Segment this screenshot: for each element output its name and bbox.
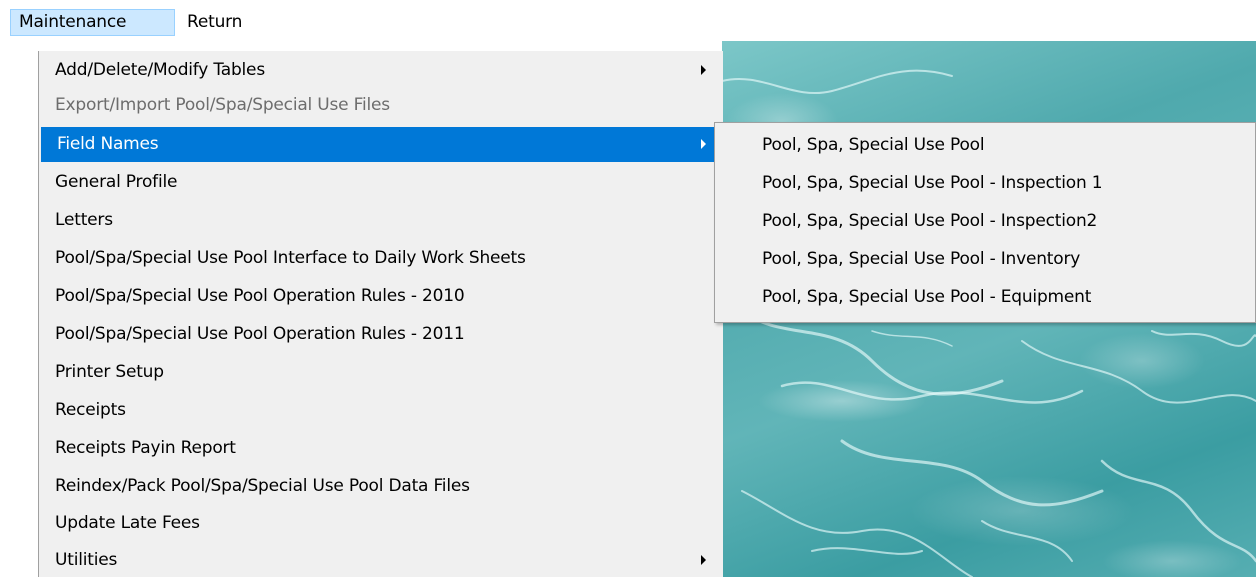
maintenance-dropdown: Add/Delete/Modify Tables Export/Import P… [38, 51, 723, 577]
menu-item-label: Pool/Spa/Special Use Pool Interface to D… [55, 248, 526, 268]
submenu-arrow-icon [701, 555, 706, 565]
menu-item-export-import: Export/Import Pool/Spa/Special Use Files [39, 88, 723, 123]
menu-item-interface-daily-work-sheets[interactable]: Pool/Spa/Special Use Pool Interface to D… [39, 241, 723, 276]
menu-item-label: Receipts Payin Report [55, 438, 236, 458]
menu-item-operation-rules-2011[interactable]: Pool/Spa/Special Use Pool Operation Rule… [39, 317, 723, 352]
menu-maintenance[interactable]: Maintenance [10, 9, 175, 36]
menu-item-general-profile[interactable]: General Profile [39, 165, 723, 200]
submenu-item-inventory[interactable]: Pool, Spa, Special Use Pool - Inventory [715, 240, 1255, 278]
menu-item-receipts[interactable]: Receipts [39, 393, 723, 428]
submenu-item-equipment[interactable]: Pool, Spa, Special Use Pool - Equipment [715, 278, 1255, 316]
submenu-item-label: Pool, Spa, Special Use Pool - Equipment [762, 287, 1092, 307]
submenu-item-inspection-2[interactable]: Pool, Spa, Special Use Pool - Inspection… [715, 202, 1255, 240]
menu-item-reindex-pack[interactable]: Reindex/Pack Pool/Spa/Special Use Pool D… [39, 469, 723, 504]
menu-item-label: General Profile [55, 172, 178, 192]
menu-item-label: Receipts [55, 400, 126, 420]
menu-return-label: Return [187, 12, 243, 32]
menu-item-label: Add/Delete/Modify Tables [55, 60, 265, 80]
menu-item-update-late-fees[interactable]: Update Late Fees [39, 506, 723, 541]
menu-return[interactable]: Return [179, 9, 265, 36]
submenu-item-pool-spa[interactable]: Pool, Spa, Special Use Pool [715, 126, 1255, 164]
menu-item-label: Utilities [55, 550, 118, 570]
submenu-arrow-icon [701, 65, 706, 75]
submenu-item-label: Pool, Spa, Special Use Pool - Inspection… [762, 211, 1098, 231]
menu-item-printer-setup[interactable]: Printer Setup [39, 355, 723, 390]
submenu-arrow-icon [701, 139, 706, 149]
menu-item-field-names[interactable]: Field Names [41, 127, 723, 162]
menu-item-utilities[interactable]: Utilities [39, 543, 723, 578]
menu-item-label: Export/Import Pool/Spa/Special Use Files [55, 95, 390, 115]
menu-maintenance-label: Maintenance [19, 12, 127, 32]
menu-item-label: Field Names [57, 134, 159, 154]
menu-item-label: Letters [55, 210, 113, 230]
menu-item-add-delete-modify-tables[interactable]: Add/Delete/Modify Tables [39, 53, 723, 88]
menu-item-label: Pool/Spa/Special Use Pool Operation Rule… [55, 324, 465, 344]
menu-item-label: Reindex/Pack Pool/Spa/Special Use Pool D… [55, 476, 470, 496]
menu-item-label: Update Late Fees [55, 513, 200, 533]
menu-item-operation-rules-2010[interactable]: Pool/Spa/Special Use Pool Operation Rule… [39, 279, 723, 314]
submenu-item-label: Pool, Spa, Special Use Pool - Inventory [762, 249, 1081, 269]
submenu-item-inspection-1[interactable]: Pool, Spa, Special Use Pool - Inspection… [715, 164, 1255, 202]
menu-item-receipts-payin-report[interactable]: Receipts Payin Report [39, 431, 723, 466]
menu-bar: Maintenance Return [0, 0, 1256, 41]
menu-item-label: Pool/Spa/Special Use Pool Operation Rule… [55, 286, 465, 306]
menu-item-letters[interactable]: Letters [39, 203, 723, 238]
submenu-item-label: Pool, Spa, Special Use Pool [762, 135, 985, 155]
submenu-item-label: Pool, Spa, Special Use Pool - Inspection… [762, 173, 1103, 193]
field-names-submenu: Pool, Spa, Special Use Pool Pool, Spa, S… [714, 122, 1256, 323]
menu-item-label: Printer Setup [55, 362, 164, 382]
